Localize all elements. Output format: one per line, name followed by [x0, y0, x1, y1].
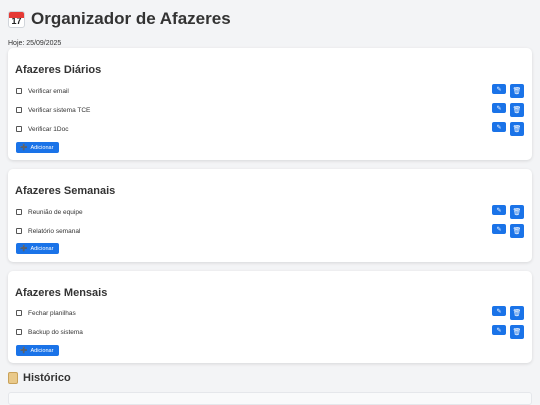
pencil-icon: ✎ — [496, 308, 502, 315]
delete-button[interactable]: 🗑 — [510, 103, 524, 117]
edit-button[interactable]: ✎ — [492, 325, 506, 335]
section-title-monthly: Afazeres Mensais — [15, 287, 108, 299]
page: 17 Organizador de Afazeres Hoje: 25/09/2… — [0, 0, 540, 50]
plus-icon: ➕ — [20, 348, 28, 354]
daily-tasks-card: Afazeres Diários Verificar email ✎ 🗑 Ver… — [8, 48, 532, 160]
calendar-icon: 17 — [8, 10, 25, 28]
add-task-button-weekly[interactable]: ➕ Adicionar — [16, 243, 60, 254]
pencil-icon: ✎ — [496, 327, 502, 334]
task-checkbox[interactable] — [16, 107, 22, 113]
task-label: Backup do sistema — [28, 328, 83, 336]
delete-button[interactable]: 🗑 — [510, 122, 524, 136]
task-item: Reunião de equipe ✎ 🗑 — [16, 205, 524, 219]
task-label: Verificar email — [28, 87, 69, 95]
add-button-label: Adicionar — [30, 347, 54, 354]
pencil-icon: ✎ — [496, 207, 502, 214]
edit-button[interactable]: ✎ — [492, 306, 506, 316]
app-header: 17 Organizador de Afazeres — [8, 8, 532, 30]
history-title: Histórico — [23, 372, 71, 384]
task-checkbox[interactable] — [16, 126, 22, 132]
scroll-icon — [8, 372, 18, 384]
pencil-icon: ✎ — [496, 226, 502, 233]
pencil-icon: ✎ — [496, 124, 502, 131]
pencil-icon: ✎ — [496, 105, 502, 112]
trash-icon: 🗑 — [512, 88, 522, 95]
task-checkbox[interactable] — [16, 209, 22, 215]
weekly-tasks-card: Afazeres Semanais Reunião de equipe ✎ 🗑 … — [8, 169, 532, 262]
edit-button[interactable]: ✎ — [492, 103, 506, 113]
task-label: Reunião de equipe — [28, 208, 83, 216]
delete-button[interactable]: 🗑 — [510, 205, 524, 219]
delete-button[interactable]: 🗑 — [510, 224, 524, 238]
plus-icon: ➕ — [20, 246, 28, 252]
trash-icon: 🗑 — [512, 126, 522, 133]
monthly-tasks-card: Afazeres Mensais Fechar planilhas ✎ 🗑 Ba… — [8, 271, 532, 363]
add-button-label: Adicionar — [30, 245, 54, 252]
task-item: Backup do sistema ✎ 🗑 — [16, 325, 524, 339]
delete-button[interactable]: 🗑 — [510, 306, 524, 320]
task-label: Fechar planilhas — [28, 309, 76, 317]
pencil-icon: ✎ — [496, 86, 502, 93]
task-label: Relatório semanal — [28, 227, 81, 235]
task-checkbox[interactable] — [16, 310, 22, 316]
task-checkbox[interactable] — [16, 88, 22, 94]
delete-button[interactable]: 🗑 — [510, 84, 524, 98]
task-checkbox[interactable] — [16, 228, 22, 234]
delete-button[interactable]: 🗑 — [510, 325, 524, 339]
edit-button[interactable]: ✎ — [492, 205, 506, 215]
history-panel — [8, 392, 532, 405]
plus-icon: ➕ — [20, 145, 28, 151]
trash-icon: 🗑 — [512, 310, 522, 317]
task-checkbox[interactable] — [16, 329, 22, 335]
edit-button[interactable]: ✎ — [492, 84, 506, 94]
task-item: Fechar planilhas ✎ 🗑 — [16, 306, 524, 320]
task-item: Verificar sistema TCE ✎ 🗑 — [16, 103, 524, 117]
trash-icon: 🗑 — [512, 329, 522, 336]
trash-icon: 🗑 — [512, 228, 522, 235]
add-button-label: Adicionar — [30, 144, 54, 151]
section-title-weekly: Afazeres Semanais — [15, 185, 116, 197]
task-label: Verificar 1Doc — [28, 125, 69, 133]
task-label: Verificar sistema TCE — [28, 106, 91, 114]
page-title: Organizador de Afazeres — [31, 9, 231, 28]
task-item: Relatório semanal ✎ 🗑 — [16, 224, 524, 238]
task-item: Verificar 1Doc ✎ 🗑 — [16, 122, 524, 136]
edit-button[interactable]: ✎ — [492, 224, 506, 234]
history-header: Histórico — [8, 371, 71, 385]
trash-icon: 🗑 — [512, 209, 522, 216]
add-task-button-monthly[interactable]: ➕ Adicionar — [16, 345, 60, 356]
section-title-daily: Afazeres Diários — [15, 64, 102, 76]
edit-button[interactable]: ✎ — [492, 122, 506, 132]
add-task-button-daily[interactable]: ➕ Adicionar — [16, 142, 60, 153]
trash-icon: 🗑 — [512, 107, 522, 114]
task-item: Verificar email ✎ 🗑 — [16, 84, 524, 98]
